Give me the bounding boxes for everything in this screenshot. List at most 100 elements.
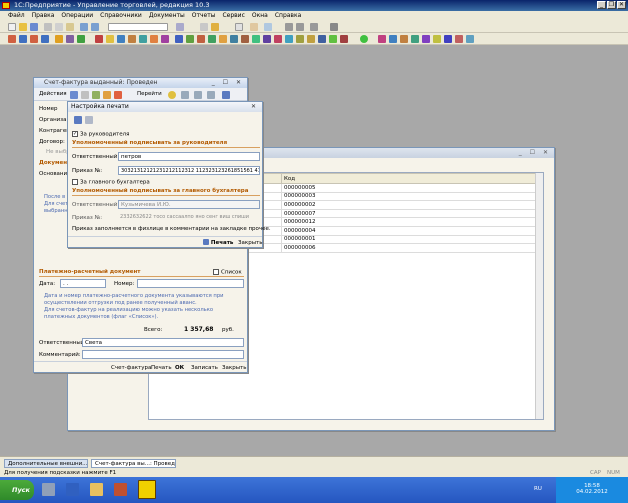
toolbar-icon-30[interactable] <box>340 35 348 43</box>
menu-windows[interactable]: Окна <box>252 11 268 21</box>
toolbar-icon-17[interactable] <box>197 35 205 43</box>
head-responsible-field[interactable]: петров <box>118 152 260 161</box>
toolbar-post-icon[interactable] <box>92 91 100 99</box>
print-icon[interactable] <box>222 91 230 99</box>
menu-file[interactable]: Файл <box>8 11 25 21</box>
toolbar-icon-13[interactable] <box>150 35 158 43</box>
restore-button[interactable]: ❐ <box>607 1 616 9</box>
toolbar-icon-38[interactable] <box>444 35 452 43</box>
invoice-window-controls[interactable]: _ ☐ ✕ <box>212 78 244 88</box>
print-settings-save-icon[interactable] <box>74 116 82 124</box>
font-size-icon[interactable] <box>296 23 304 31</box>
calendar-icon[interactable] <box>211 23 219 31</box>
toolbar-icon-36[interactable] <box>422 35 430 43</box>
options-icon[interactable] <box>330 23 338 31</box>
toolbar-icon-21[interactable] <box>241 35 249 43</box>
table-icon[interactable] <box>194 91 202 99</box>
taskbar-1c-icon[interactable] <box>138 480 156 499</box>
close-button[interactable]: ✕ <box>617 1 626 9</box>
grid-icon[interactable] <box>264 23 272 31</box>
payment-number-field[interactable] <box>137 279 244 288</box>
toolbar-icon-18[interactable] <box>208 35 216 43</box>
calc-icon[interactable] <box>200 23 208 31</box>
tab-invoice[interactable]: Счет-фактура вы...: Проведен <box>91 459 176 468</box>
save-button[interactable]: Записать <box>188 363 221 373</box>
print-settings-load-icon[interactable] <box>85 116 93 124</box>
toolbar-icon-40[interactable] <box>466 35 474 43</box>
comment-field[interactable] <box>82 350 244 359</box>
date-field[interactable]: . . <box>60 279 106 288</box>
for-accountant-checkbox[interactable]: За главного бухгалтера <box>72 179 150 186</box>
undo-icon[interactable] <box>80 23 88 31</box>
toolbar-icon-2[interactable] <box>19 35 27 43</box>
toolbar-icon-8[interactable] <box>95 35 103 43</box>
new-icon[interactable] <box>8 23 16 31</box>
toolbar-icon-31[interactable] <box>360 35 368 43</box>
window-controls[interactable]: _ ☐ ✕ <box>519 148 551 158</box>
toolbar-icon-24[interactable] <box>274 35 282 43</box>
toolbar-icon-10[interactable] <box>117 35 125 43</box>
menu-help[interactable]: Справка <box>275 11 301 21</box>
toolbar-icon-39[interactable] <box>455 35 463 43</box>
dialog-close-text-button[interactable]: Закрыть <box>235 238 266 248</box>
toolbar-icon-12[interactable] <box>139 35 147 43</box>
find-icon[interactable] <box>176 23 184 31</box>
tab-external-processing[interactable]: Дополнительные внешни... <box>4 459 88 468</box>
taskbar-app-icon-1[interactable] <box>42 483 55 496</box>
acc-responsible-field[interactable]: Кузьмичева И.Ю. <box>118 200 260 209</box>
toolbar-icon-9[interactable] <box>106 35 114 43</box>
dialog-close-button[interactable]: ✕ <box>251 102 259 112</box>
cut-icon[interactable] <box>44 23 52 31</box>
toolbar-icon-33[interactable] <box>389 35 397 43</box>
toolbar-icon-25[interactable] <box>285 35 293 43</box>
menu-documents[interactable]: Документы <box>149 11 185 21</box>
toolbar-icon-6[interactable] <box>66 35 74 43</box>
copy-icon[interactable] <box>55 23 63 31</box>
toolbar-save-icon[interactable] <box>70 91 78 99</box>
toolbar-icon-28[interactable] <box>318 35 326 43</box>
toolbar-icon-37[interactable] <box>433 35 441 43</box>
toolbar-icon-3[interactable] <box>30 35 38 43</box>
toolbar-icon-27[interactable] <box>307 35 315 43</box>
table-icon[interactable] <box>250 23 258 31</box>
search-field[interactable] <box>108 23 168 31</box>
toolbar-icon-20[interactable] <box>230 35 238 43</box>
toolbar-icon-11[interactable] <box>128 35 136 43</box>
toolbar-copy-icon[interactable] <box>81 91 89 99</box>
head-order-field[interactable]: 30321312121231212112312 1123231232618515… <box>118 166 260 175</box>
save-icon[interactable] <box>30 23 38 31</box>
toolbar-unpost-icon[interactable] <box>103 91 111 99</box>
toolbar-report-icon[interactable] <box>114 91 122 99</box>
toolbar-icon-34[interactable] <box>400 35 408 43</box>
taskbar-app-icon-2[interactable] <box>66 483 79 496</box>
menu-reports[interactable]: Отчеты <box>192 11 216 21</box>
toolbar-icon-19[interactable] <box>219 35 227 43</box>
ok-button[interactable]: ОК <box>172 363 187 373</box>
toolbar-icon-16[interactable] <box>186 35 194 43</box>
menu-operations[interactable]: Операции <box>61 11 93 21</box>
responsible-field[interactable]: Света <box>82 338 244 347</box>
toolbar-icon-4[interactable] <box>41 35 49 43</box>
help-icon[interactable] <box>168 91 176 99</box>
font-icon[interactable] <box>285 23 293 31</box>
dt-icon[interactable] <box>207 91 215 99</box>
font-color-icon[interactable] <box>310 23 318 31</box>
start-button[interactable]: Пуск <box>0 480 34 500</box>
toolbar-icon-32[interactable] <box>378 35 386 43</box>
toolbar-icon-22[interactable] <box>252 35 260 43</box>
for-head-checkbox[interactable]: ✓ За руководителя <box>72 131 129 138</box>
taskbar-folder-icon[interactable] <box>90 483 103 496</box>
list-checkbox[interactable]: Список <box>213 269 242 276</box>
goto-menu[interactable]: Перейти <box>134 89 165 99</box>
menu-edit[interactable]: Правка <box>32 11 55 21</box>
toolbar-icon-29[interactable] <box>329 35 337 43</box>
menu-catalogs[interactable]: Справочники <box>100 11 142 21</box>
toolbar-icon-15[interactable] <box>175 35 183 43</box>
toolbar-icon-14[interactable] <box>161 35 169 43</box>
redo-icon[interactable] <box>91 23 99 31</box>
dialog-print-button[interactable]: Печать <box>200 238 236 248</box>
grid-vscrollbar[interactable] <box>535 173 543 419</box>
paste-icon[interactable] <box>66 23 74 31</box>
structure-icon[interactable] <box>181 91 189 99</box>
actions-menu[interactable]: Действия <box>36 89 70 99</box>
